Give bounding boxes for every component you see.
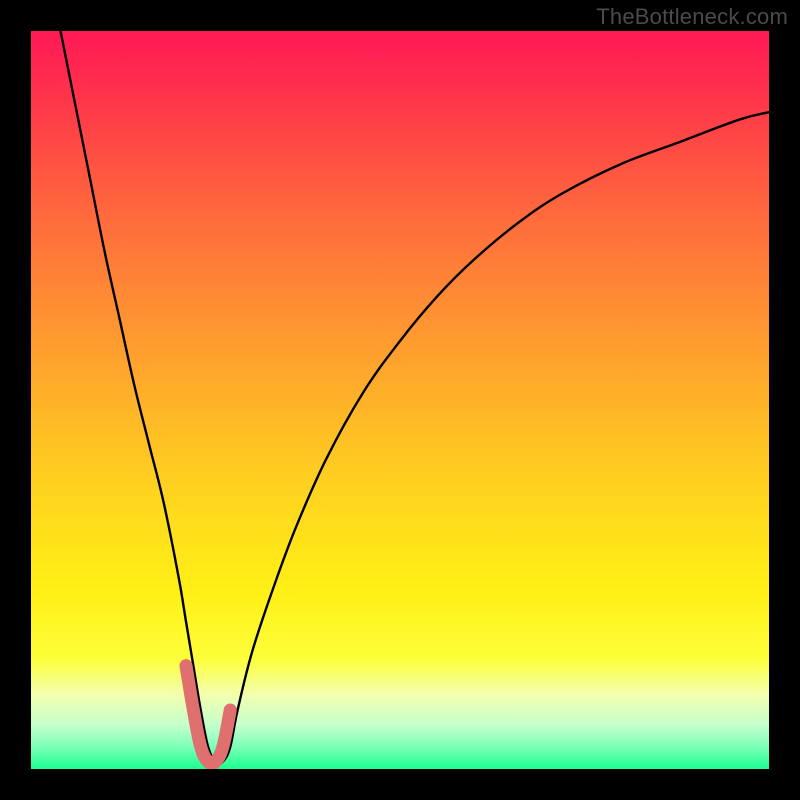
watermark-text: TheBottleneck.com	[596, 4, 788, 30]
plot-area	[31, 31, 769, 769]
highlight-curve	[186, 666, 230, 764]
main-curve	[61, 31, 769, 764]
chart-frame: TheBottleneck.com	[0, 0, 800, 800]
curve-layer	[31, 31, 769, 769]
